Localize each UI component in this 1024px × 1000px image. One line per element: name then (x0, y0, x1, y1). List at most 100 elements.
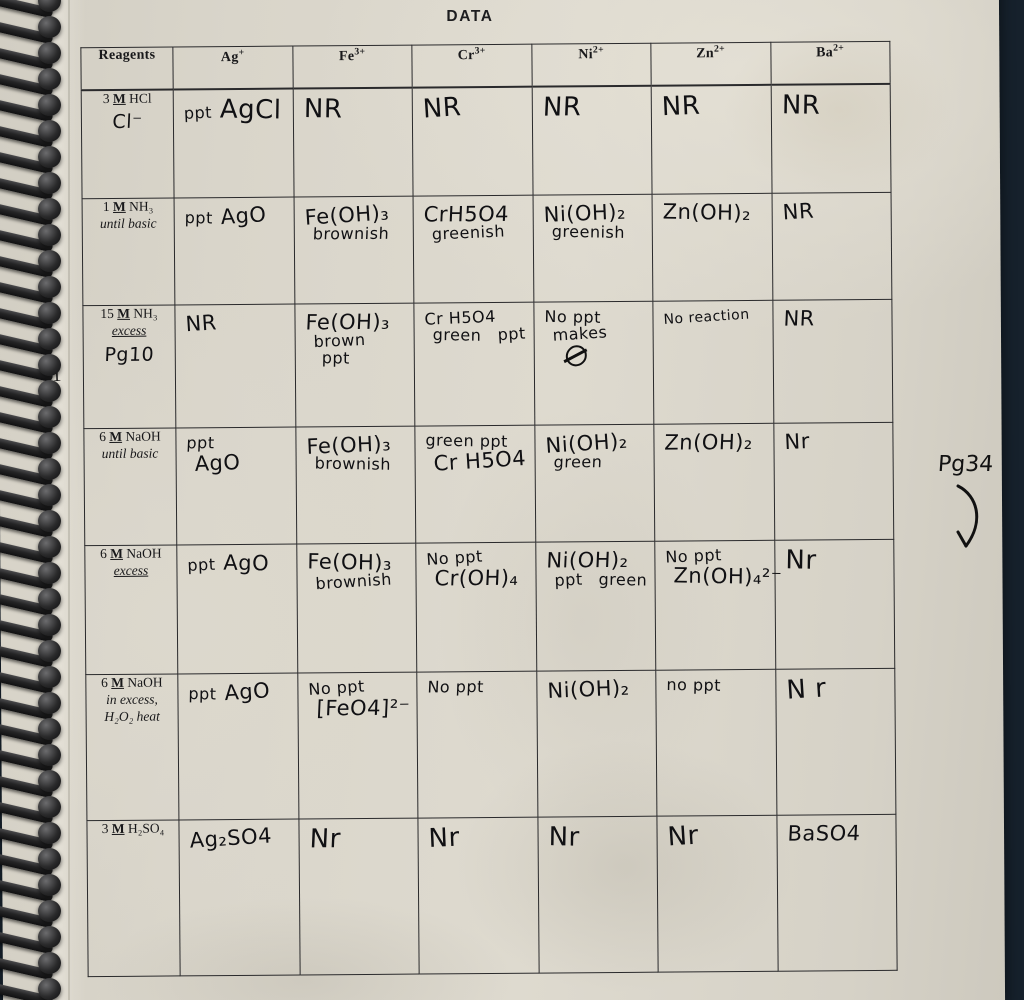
observation-line: greenish (431, 221, 506, 244)
reagent-note: until basic (101, 445, 159, 461)
spiral-coil (0, 898, 64, 929)
observation-line: Nr (784, 545, 817, 577)
observation-line: green (598, 569, 648, 590)
observation-line: Zn(OH)₄²⁻ (673, 563, 783, 590)
table-header: Reagents Ag+ Fe3+ Cr3+ Ni2+ Zn2+ Ba2+ (80, 41, 891, 90)
observation-text: Nr (538, 817, 658, 973)
observation-text: Fe(OH)₃brownish (296, 427, 415, 544)
observation-cell: Nr (774, 539, 895, 670)
column-header-cr: Cr3+ (411, 44, 532, 88)
observation-cell: green pptCr H5O4 (414, 425, 536, 544)
observation-line: ppt (553, 569, 583, 590)
observation-cell: Nr (298, 818, 420, 976)
observation-text: Nr (657, 816, 777, 972)
column-header-fe: Fe3+ (292, 45, 413, 89)
reagent-note: excess (111, 322, 147, 339)
observation-cell: ppt AgO (176, 544, 298, 675)
observation-line: Cr(OH)₄ (434, 566, 520, 591)
observation-cell: Fe(OH)₃brownish (295, 426, 416, 545)
reagent-label-cell: 3 M HCl Cl⁻ (81, 88, 175, 199)
observation-cell: No ppt (416, 671, 538, 819)
spiral-coil (0, 508, 64, 539)
spiral-coil (0, 222, 64, 253)
observation-line: NR (661, 90, 701, 122)
observation-line: brownish (311, 223, 390, 244)
observation-cell: BaSO4 (776, 814, 898, 972)
observation-line: Nr (308, 824, 341, 855)
ion-symbol: Cr3+ (457, 45, 486, 63)
observation-line: Nr (783, 429, 810, 455)
observation-line: N r (784, 673, 827, 707)
observation-cell: ppt AgO (175, 426, 297, 546)
page-title: DATA (446, 8, 494, 25)
observation-line: makes (551, 322, 608, 345)
observation-cell: NR (174, 304, 296, 428)
observation-text: green pptCr H5O4 (415, 426, 534, 543)
spiral-coil (0, 690, 64, 721)
observation-line: Ni(OH)₂ (545, 548, 629, 574)
observation-line: NR (781, 89, 821, 121)
reagent-note: in excess, (106, 691, 158, 708)
observation-text: No ppt [FeO4]²⁻ (298, 673, 418, 819)
spiral-coil (0, 378, 64, 409)
observation-cell: NR (770, 83, 892, 194)
column-header-ni: Ni2+ (531, 43, 652, 87)
reagent-concentration: 6 M NaOH (100, 546, 162, 562)
observation-text: ppt AgO (175, 198, 294, 305)
observation-text: Ni(OH)₂ (537, 671, 657, 817)
observation-line: NR (541, 91, 582, 123)
observation-text: ppt AgO (178, 674, 298, 820)
spiral-coil (0, 872, 64, 903)
reagent-label-cell: 6 M NaOH until basic (83, 427, 177, 547)
spiral-coil (0, 638, 64, 669)
observation-cell: N r (775, 668, 896, 816)
observation-line: ppt (321, 348, 350, 368)
observation-text: no ppt (656, 670, 776, 816)
observation-cell: Ni(OH)₂ green (534, 424, 655, 543)
reagent-label-cell: 1 M NH₃ until basic (82, 198, 175, 306)
observation-text: NR (175, 305, 294, 428)
column-header-zn: Zn2+ (650, 42, 771, 86)
reagent-note: excess (113, 563, 149, 579)
observation-text: No ppt (417, 672, 537, 818)
observation-text: BaSO4 (777, 815, 897, 971)
spiral-coil (0, 170, 64, 201)
observation-line: ppt (188, 684, 217, 704)
spiral-coil (0, 144, 64, 175)
observation-text: NR (652, 85, 771, 194)
reagent-label-cell: 6 M NaOH excess (84, 545, 178, 676)
observation-text: Zn(OH)₂ (654, 424, 773, 541)
observation-line: BaSO4 (786, 821, 861, 846)
observation-text: No pptmakes (534, 302, 653, 425)
observation-text: NR (293, 88, 412, 197)
observation-cell: ppt AgCl (173, 88, 294, 199)
reagent-concentration: 15 M NH₃ (100, 305, 158, 322)
observation-text: ppt AgCl (174, 89, 293, 198)
table-header-row: Reagents Ag+ Fe3+ Cr3+ Ni2+ Zn2+ Ba2+ (80, 41, 891, 90)
observation-text: ppt AgO (176, 427, 295, 544)
observation-text: Ni(OH)₂ green (535, 425, 654, 542)
observation-line: NR (303, 93, 343, 125)
column-header-ag: Ag+ (172, 46, 293, 89)
spiral-binding-icon (0, 0, 68, 1000)
observation-line: Ag₂SO4 (188, 823, 273, 853)
observation-cell: Fe(OH)₃brownish (293, 196, 414, 305)
observation-cell: no ppt (655, 669, 777, 817)
observation-text: Nr (299, 819, 419, 975)
spiral-coil (0, 586, 64, 617)
observation-cell: No pptmakes (533, 301, 654, 426)
qualitative-analysis-table: Reagents Ag+ Fe3+ Cr3+ Ni2+ Zn2+ Ba2+ 3 M HCl C… (80, 41, 898, 977)
ion-charge: 2+ (713, 43, 726, 55)
observation-text: ppt AgO (177, 545, 297, 674)
observation-text: NR (772, 193, 891, 300)
observation-line: [FeO4]²⁻ (315, 695, 411, 721)
observation-text: Cr H5O4green ppt (414, 303, 533, 426)
spiral-coil (0, 40, 64, 71)
observation-line: green (432, 325, 482, 345)
spiral-coil (0, 248, 64, 279)
spiral-coil (0, 768, 64, 799)
observation-cell: Fe(OH)₃brownish (296, 543, 417, 674)
observation-text: Nr (775, 540, 895, 669)
observation-line: NR (184, 310, 218, 337)
spiral-coil (0, 820, 64, 851)
